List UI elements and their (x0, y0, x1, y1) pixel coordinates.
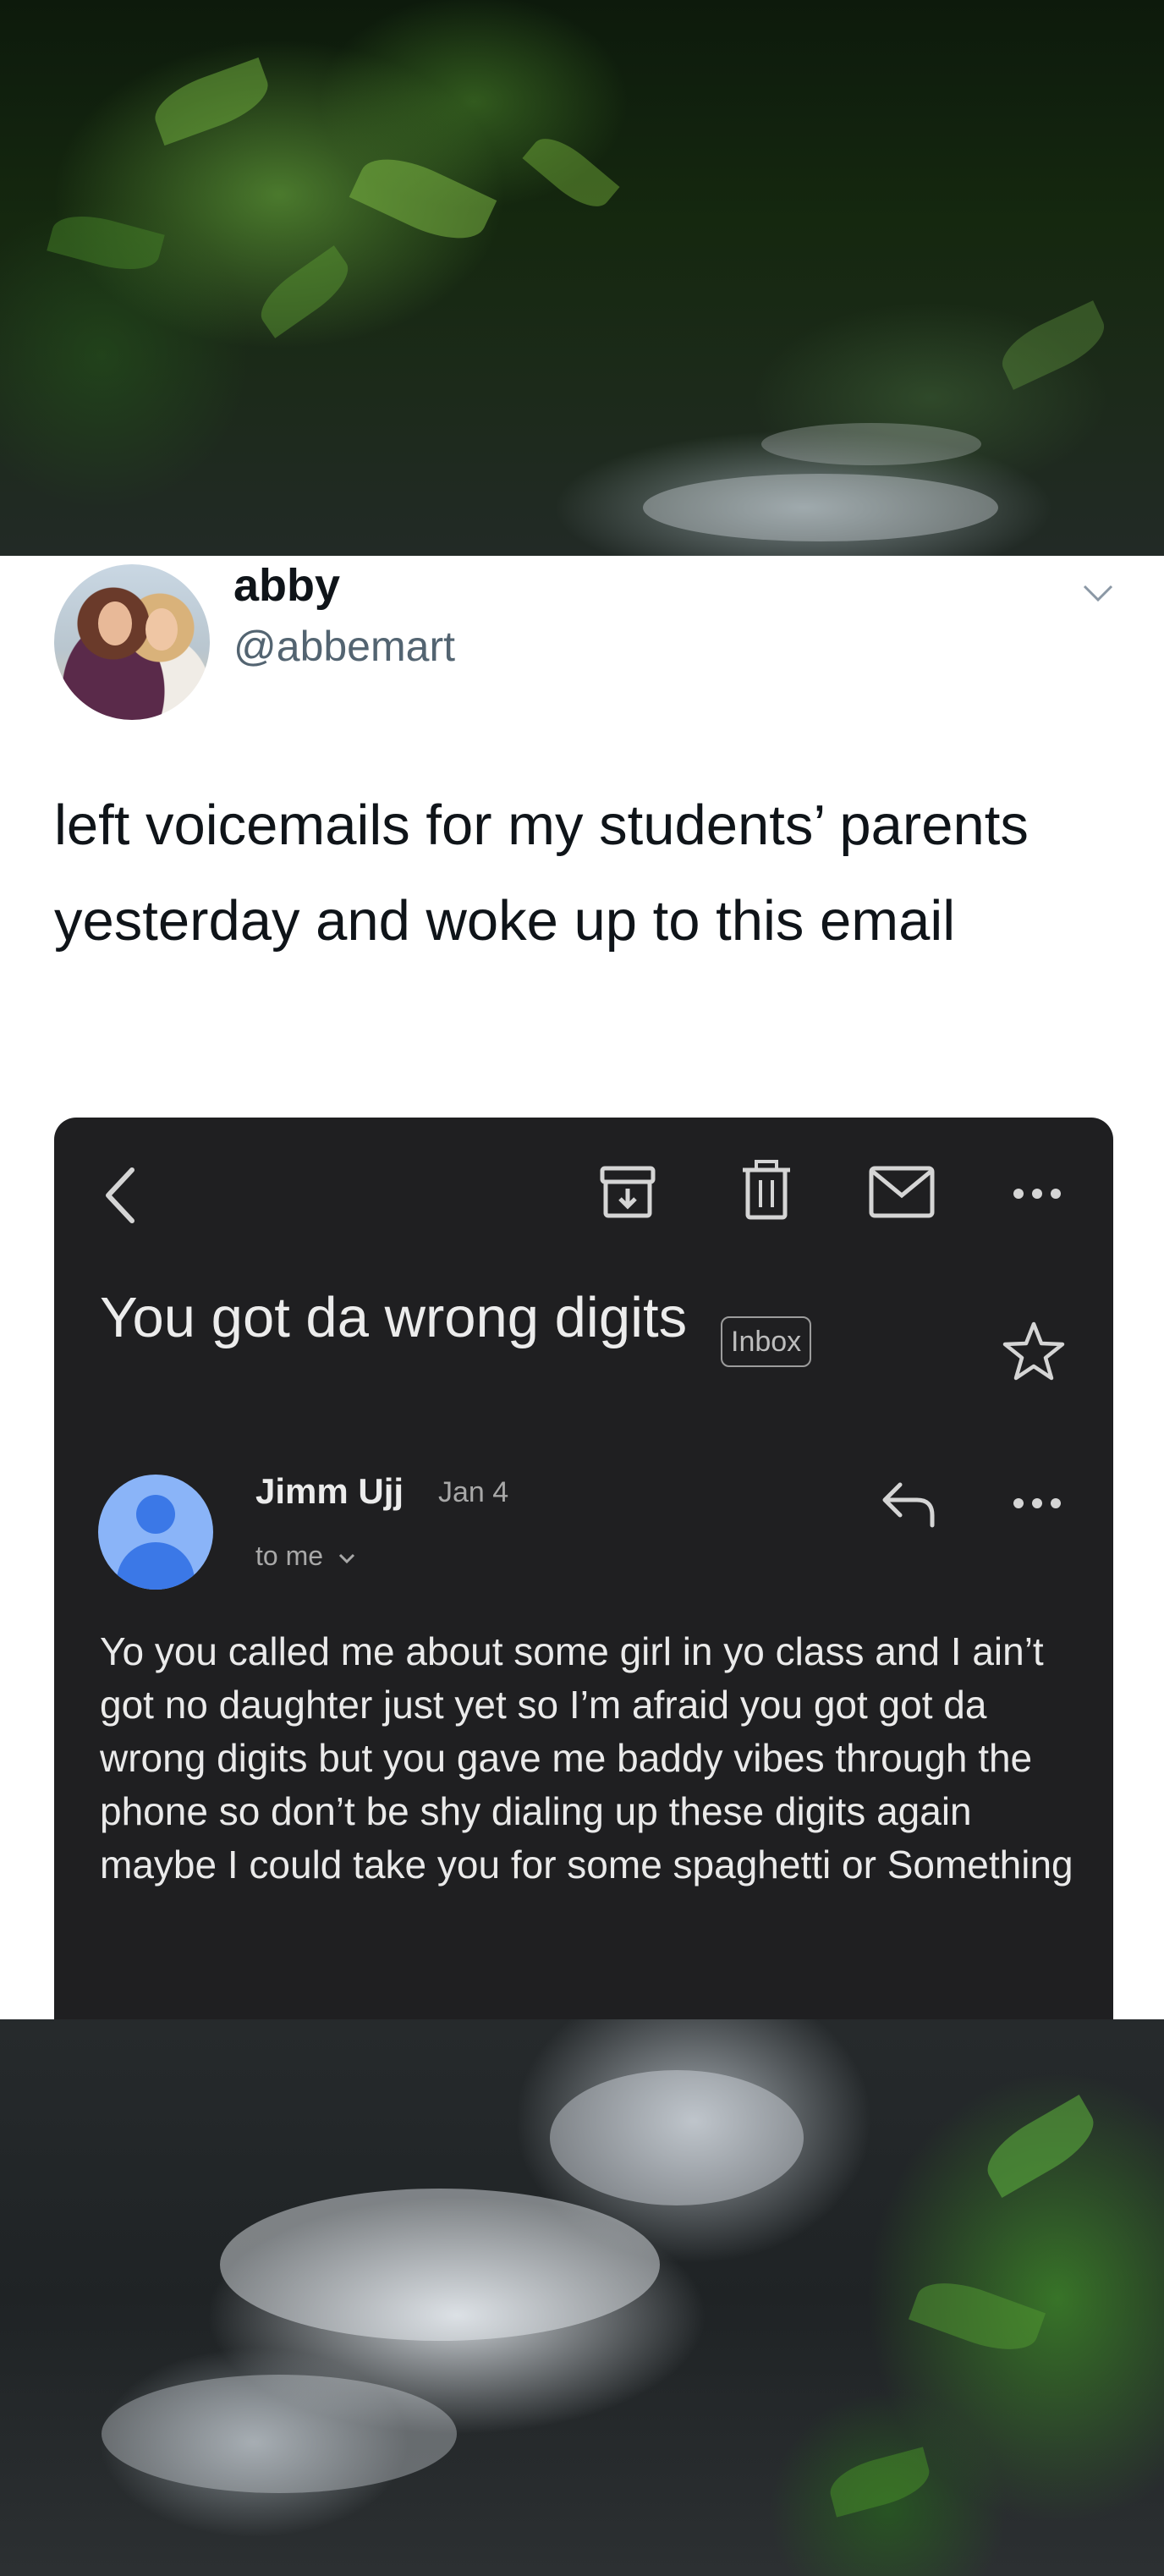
reply-icon[interactable] (878, 1476, 939, 1530)
sender-name: Jimm Ujj (255, 1471, 404, 1511)
back-arrow-icon[interactable] (96, 1162, 147, 1229)
tweet-text: left voicemails for my students’ parents… (54, 794, 1029, 953)
recipient-toggle[interactable]: to me (255, 1541, 356, 1572)
recipient-label: to me (255, 1541, 324, 1571)
more-icon[interactable] (1010, 1184, 1064, 1204)
sender-avatar[interactable] (98, 1475, 213, 1590)
user-handle[interactable]: @abbemart (233, 622, 455, 671)
chevron-down-icon[interactable] (1081, 581, 1115, 607)
forest-photo (0, 0, 1164, 556)
display-name[interactable]: abby (233, 559, 340, 612)
trash-icon[interactable] (734, 1158, 799, 1226)
email-date: Jan 4 (438, 1476, 509, 1508)
tweet-card: abby @abbemart left voicemails for my st… (0, 556, 1164, 2019)
chevron-down-icon (338, 1553, 354, 1563)
mail-icon[interactable] (866, 1163, 937, 1222)
email-body: Yo you called me about some girl in yo c… (100, 1629, 1073, 1887)
inbox-label[interactable]: Inbox (721, 1316, 812, 1367)
archive-icon[interactable] (596, 1160, 660, 1224)
message-more-icon[interactable] (1010, 1493, 1064, 1513)
waterfall-photo (0, 2019, 1164, 2576)
email-screenshot: You got da wrong digits Inbox Jimm Ujj J… (54, 1118, 1113, 2019)
avatar[interactable] (54, 564, 210, 720)
email-subject: You got da wrong digits (100, 1286, 688, 1349)
star-icon[interactable] (1002, 1321, 1066, 1381)
